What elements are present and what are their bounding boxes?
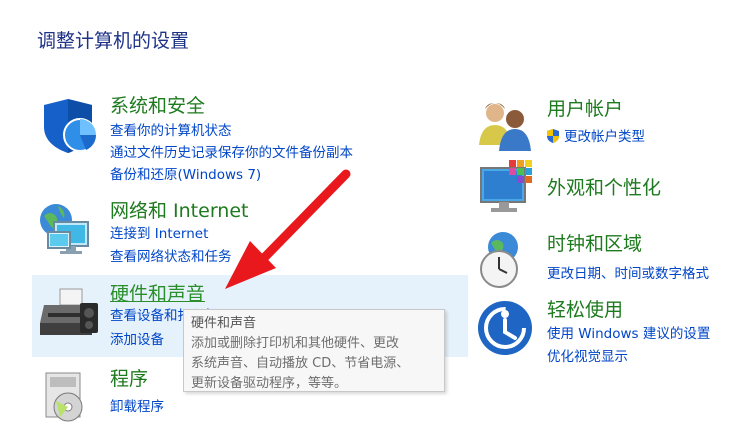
tooltip-line-2: 系统声音、自动播放 CD、节省电源、	[191, 356, 410, 371]
tooltip-title: 硬件和声音	[191, 316, 257, 331]
printer-speaker-icon	[40, 288, 98, 335]
network-internet-link[interactable]: 网络和 Internet	[110, 196, 248, 223]
programs-link[interactable]: 程序	[110, 364, 148, 391]
add-device-link[interactable]: 添加设备	[110, 328, 164, 348]
category-network-internet: 网络和 Internet 连接到 Internet 查看网络状态和任务	[38, 198, 418, 268]
category-ease-of-access: 轻松使用 使用 Windows 建议的设置 优化视觉显示	[475, 296, 745, 366]
category-appearance: 外观和个性化	[475, 158, 735, 220]
uninstall-program-link[interactable]: 卸载程序	[110, 395, 164, 415]
tooltip-line-1: 添加或删除打印机和其他硬件、更改	[191, 336, 400, 351]
optimize-display-link[interactable]: 优化视觉显示	[547, 345, 628, 365]
shield-icon	[44, 99, 97, 153]
appearance-monitor-icon	[480, 160, 532, 212]
hardware-tooltip: 硬件和声音 添加或删除打印机和其他硬件、更改 系统声音、自动播放 CD、节省电源…	[183, 309, 445, 392]
ease-of-access-link[interactable]: 轻松使用	[547, 295, 623, 322]
clock-globe-icon	[480, 232, 518, 288]
recommended-settings-link[interactable]: 使用 Windows 建议的设置	[547, 322, 710, 342]
change-account-type-label: 更改帐户类型	[564, 129, 645, 145]
clock-region-link[interactable]: 时钟和区域	[547, 229, 642, 256]
category-user-accounts: 用户帐户 更改帐户类型	[475, 94, 735, 151]
change-date-time-link[interactable]: 更改日期、时间或数字格式	[547, 262, 709, 282]
connect-internet-link[interactable]: 连接到 Internet	[110, 222, 208, 242]
backup-restore-link[interactable]: 备份和还原(Windows 7)	[110, 163, 261, 183]
category-clock-region: 时钟和区域 更改日期、时间或数字格式	[475, 229, 745, 289]
network-globe-icon	[40, 204, 89, 254]
view-computer-status-link[interactable]: 查看你的计算机状态	[110, 119, 232, 139]
programs-disc-icon	[45, 372, 83, 422]
network-status-link[interactable]: 查看网络状态和任务	[110, 245, 232, 265]
user-accounts-link[interactable]: 用户帐户	[547, 94, 623, 121]
appearance-link[interactable]: 外观和个性化	[547, 173, 661, 200]
user-accounts-icon	[479, 103, 531, 151]
page-title: 调整计算机的设置	[37, 30, 190, 52]
category-system-security: 系统和安全 查看你的计算机状态 通过文件历史记录保存你的文件备份副本 备份和还原…	[38, 95, 418, 185]
uac-shield-icon	[547, 129, 559, 143]
system-security-link[interactable]: 系统和安全	[110, 91, 205, 118]
tooltip-line-3: 更新设备驱动程序，等等。	[191, 376, 348, 391]
ease-of-access-icon	[478, 301, 532, 355]
file-history-link[interactable]: 通过文件历史记录保存你的文件备份副本	[110, 141, 353, 161]
hardware-sound-link[interactable]: 硬件和声音	[110, 279, 205, 306]
change-account-type-link[interactable]: 更改帐户类型	[545, 125, 645, 145]
